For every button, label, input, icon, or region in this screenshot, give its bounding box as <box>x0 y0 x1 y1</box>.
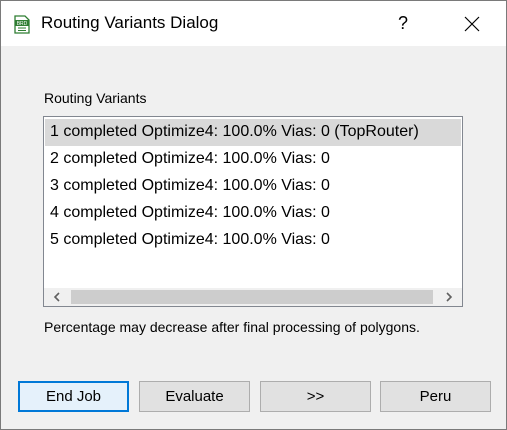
scroll-thumb[interactable] <box>71 290 433 304</box>
app-icon-label: BRD <box>17 21 28 27</box>
list-item[interactable]: 1 completed Optimize4: 100.0% Vias: 0 (T… <box>45 119 461 146</box>
close-button[interactable] <box>449 1 495 46</box>
next-button[interactable]: >> <box>260 381 371 412</box>
evaluate-button[interactable]: Evaluate <box>139 381 250 412</box>
horizontal-scrollbar[interactable] <box>44 288 462 306</box>
chevron-right-icon <box>446 292 453 302</box>
list-item[interactable]: 4 completed Optimize4: 100.0% Vias: 0 <box>45 200 461 227</box>
help-label: ? <box>397 13 408 33</box>
brd-document-icon: BRD <box>14 15 30 34</box>
routing-variants-dialog: BRD Routing Variants Dialog ? Routing Va… <box>0 0 507 430</box>
list-item[interactable]: 2 completed Optimize4: 100.0% Vias: 0 <box>45 146 461 173</box>
close-icon <box>464 16 480 31</box>
polygon-processing-note: Percentage may decrease after final proc… <box>44 319 420 335</box>
list-item[interactable]: 3 completed Optimize4: 100.0% Vias: 0 <box>45 173 461 200</box>
window-title: Routing Variants Dialog <box>41 13 219 32</box>
list-items: 1 completed Optimize4: 100.0% Vias: 0 (T… <box>45 119 461 254</box>
end-job-button[interactable]: End Job <box>18 381 129 412</box>
scroll-left-button[interactable] <box>44 288 70 306</box>
chevron-left-icon <box>53 292 60 302</box>
routing-variants-list[interactable]: 1 completed Optimize4: 100.0% Vias: 0 (T… <box>43 116 463 307</box>
list-item[interactable]: 5 completed Optimize4: 100.0% Vias: 0 <box>45 227 461 254</box>
title-bar: BRD Routing Variants Dialog ? <box>1 1 506 46</box>
help-button[interactable]: ? <box>381 1 425 46</box>
scroll-right-button[interactable] <box>436 288 462 306</box>
peru-button[interactable]: Peru <box>380 381 491 412</box>
routing-variants-label: Routing Variants <box>44 90 147 106</box>
